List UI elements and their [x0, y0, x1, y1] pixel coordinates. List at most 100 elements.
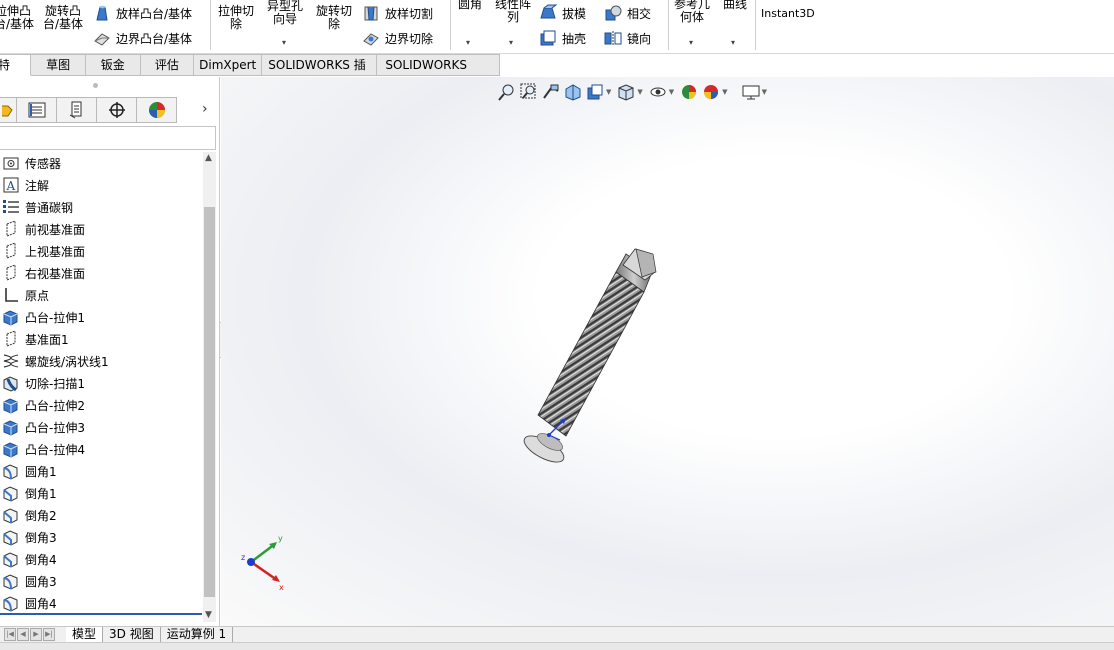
feature-manager-tab[interactable]	[0, 97, 17, 123]
hole-wizard-button[interactable]: 异型孔 向导	[263, 0, 307, 26]
tab-sheet-metal[interactable]: 钣金	[85, 54, 141, 76]
dimxpert-manager-tab[interactable]	[97, 97, 137, 123]
boundary-cut-button[interactable]: 边界切除	[362, 28, 433, 48]
tab-features[interactable]: 特征	[0, 54, 32, 93]
boundary-boss-label: 边界凸台/基体	[116, 31, 193, 46]
tree-item[interactable]: 传感器	[0, 152, 202, 174]
tree-filter-input[interactable]	[0, 126, 216, 150]
tree-item[interactable]: 倒角2	[0, 504, 202, 526]
view-settings-icon[interactable]	[740, 81, 762, 103]
tree-item[interactable]: 上视基准面	[0, 240, 202, 262]
extrude-boss-button[interactable]: 拉伸凸 台/基体	[0, 5, 34, 31]
tab-motion-study[interactable]: 运动算例 1	[161, 627, 234, 642]
revolve-cut-button[interactable]: 旋转切 除	[312, 5, 356, 31]
tree-item[interactable]: 倒角4	[0, 548, 202, 570]
curves-button[interactable]: 曲线	[718, 0, 752, 11]
curves-dropdown-icon[interactable]: ▾	[731, 38, 735, 47]
chevron-down-icon[interactable]: ▼	[637, 88, 642, 96]
tree-item[interactable]: 螺旋线/涡状线1	[0, 350, 202, 372]
revolve-boss-button[interactable]: 旋转凸 台/基体	[41, 5, 85, 31]
chevron-down-icon[interactable]: ▼	[606, 88, 611, 96]
scroll-up-icon[interactable]: ▲	[205, 153, 212, 163]
fillet-button[interactable]: 圆角	[453, 0, 487, 11]
tree-item[interactable]: 凸台-拉伸4	[0, 438, 202, 460]
tree-item[interactable]: 普通碳钢	[0, 196, 202, 218]
status-bar	[0, 642, 1114, 650]
tree-item[interactable]: 前视基准面	[0, 218, 202, 240]
scrollbar-thumb[interactable]	[204, 207, 215, 597]
chevron-down-icon[interactable]: ▼	[669, 88, 674, 96]
next-tab-icon[interactable]: ▶	[30, 628, 42, 641]
tree-item-label: 右视基准面	[25, 266, 86, 281]
hide-show-items-icon[interactable]	[647, 81, 669, 103]
display-manager-tab[interactable]	[137, 97, 177, 123]
tree-item[interactable]: A 注解	[0, 174, 202, 196]
view-orientation-icon[interactable]	[615, 81, 637, 103]
tab-model[interactable]: 模型	[66, 627, 104, 642]
tree-item[interactable]: 原点	[0, 284, 202, 306]
helix-icon	[2, 352, 20, 370]
apply-scene-icon[interactable]	[700, 81, 722, 103]
property-manager-tab[interactable]	[17, 97, 57, 123]
last-tab-icon[interactable]: ▶|	[43, 628, 55, 641]
tree-scrollbar[interactable]: ▲ ▼	[203, 152, 216, 622]
first-tab-icon[interactable]: |◀	[4, 628, 16, 641]
edit-appearance-icon[interactable]	[678, 81, 700, 103]
extrude-cut-button[interactable]: 拉伸切 除	[214, 5, 258, 31]
instant3d-button[interactable]: Instant3D	[761, 6, 815, 20]
chevron-down-icon[interactable]: ▼	[762, 88, 767, 96]
tree-item[interactable]: 倒角1	[0, 482, 202, 504]
rollback-bar[interactable]	[0, 613, 202, 615]
reference-geometry-dropdown-icon[interactable]: ▾	[689, 38, 693, 47]
loft-cut-button[interactable]: 放样切割	[362, 3, 433, 23]
fillet-dropdown-icon[interactable]: ▾	[466, 38, 470, 47]
tab-solidworks-mbd[interactable]: SOLIDWORKS MBD	[377, 54, 500, 93]
tree-item[interactable]: 倒角3	[0, 526, 202, 548]
tree-item-label: 凸台-拉伸1	[25, 310, 85, 325]
tab-solidworks-addins[interactable]: SOLIDWORKS 插件	[262, 54, 378, 93]
section-view-icon[interactable]	[562, 81, 584, 103]
scroll-down-icon[interactable]: ▼	[205, 610, 212, 620]
tree-item[interactable]: 圆角4	[0, 592, 202, 614]
intersect-button[interactable]: 相交	[604, 3, 651, 23]
plane-icon	[2, 264, 20, 282]
boundary-boss-button[interactable]: 边界凸台/基体	[93, 28, 192, 48]
previous-tab-icon[interactable]: ◀	[17, 628, 29, 641]
boundary-cut-icon	[363, 33, 379, 46]
graphics-area[interactable]: ▼ ▼ ▼ ▼ ▼ y x z	[221, 77, 1114, 626]
zoom-area-icon[interactable]	[518, 81, 540, 103]
configuration-manager-tab[interactable]	[57, 97, 97, 123]
shell-button[interactable]: 抽壳	[539, 28, 586, 48]
fillet-icon	[2, 594, 20, 612]
draft-button[interactable]: 拔模	[539, 3, 586, 23]
dynamic-annotation-view-icon[interactable]	[584, 81, 606, 103]
zoom-to-fit-icon[interactable]	[496, 81, 518, 103]
tab-3d-view[interactable]: 3D 视图	[103, 627, 161, 642]
tree-item[interactable]: 圆角3	[0, 570, 202, 592]
tree-item[interactable]: 凸台-拉伸3	[0, 416, 202, 438]
loft-boss-button[interactable]: 放样凸台/基体	[93, 3, 192, 23]
tree-item[interactable]: 基准面1	[0, 328, 202, 350]
linear-pattern-button[interactable]: 线性阵 列	[491, 0, 535, 24]
linear-pattern-dropdown-icon[interactable]: ▾	[509, 38, 513, 47]
threaded-bolt-model[interactable]	[506, 242, 706, 472]
reference-triad[interactable]: y x z	[239, 532, 299, 592]
tree-item[interactable]: 圆角1	[0, 460, 202, 482]
boundary-cut-label: 边界切除	[385, 31, 434, 46]
tree-item[interactable]: 凸台-拉伸1	[0, 306, 202, 328]
linear-pattern-label: 线性阵 列	[494, 0, 531, 24]
tab-sketch[interactable]: 草图	[31, 54, 86, 76]
tab-dimxpert[interactable]: DimXpert	[194, 54, 263, 76]
tab-evaluate[interactable]: 评估	[140, 54, 195, 76]
panel-grip[interactable]	[93, 83, 98, 88]
hole-wizard-dropdown-icon[interactable]: ▾	[282, 38, 286, 47]
extrude-cut-label: 拉伸切 除	[217, 4, 254, 31]
tree-item[interactable]: 切除-扫描1	[0, 372, 202, 394]
previous-view-icon[interactable]	[540, 81, 562, 103]
reference-geometry-button[interactable]: 参考几 何体	[670, 0, 714, 24]
tree-item[interactable]: 凸台-拉伸2	[0, 394, 202, 416]
tree-item[interactable]: 右视基准面	[0, 262, 202, 284]
mirror-button[interactable]: 镜向	[604, 28, 651, 48]
chevron-down-icon[interactable]: ▼	[722, 88, 727, 96]
chevron-right-icon[interactable]: ›	[202, 101, 208, 117]
